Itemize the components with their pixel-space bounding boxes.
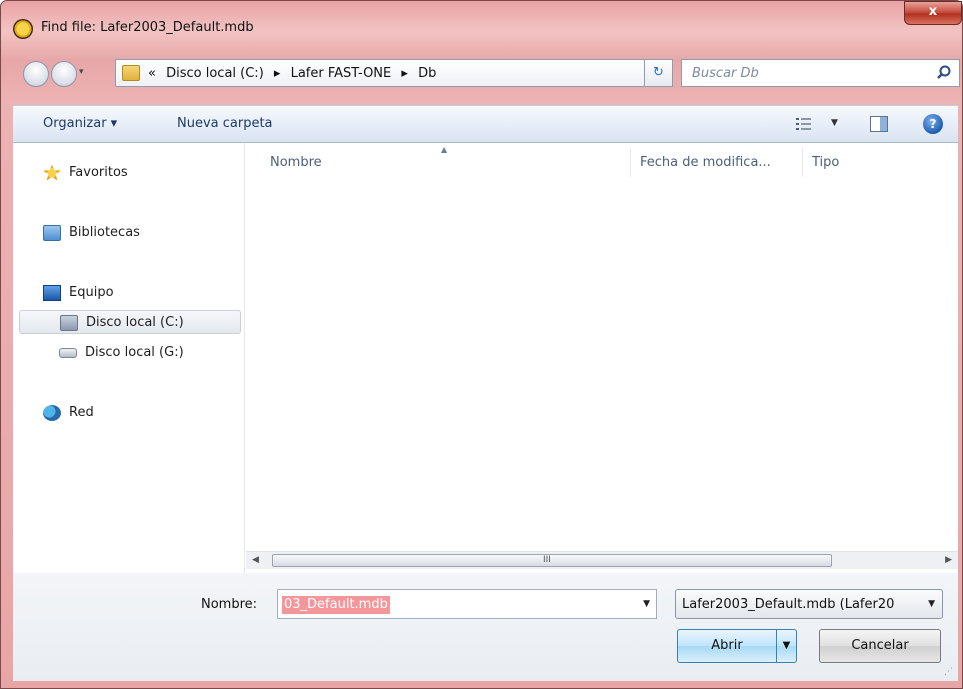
sidebar-item-favoritos[interactable]: Favoritos [43, 161, 128, 185]
sidebar-item-bibliotecas[interactable]: Bibliotecas [43, 221, 140, 245]
breadcrumb-item-db[interactable]: Db [418, 66, 436, 81]
column-header-name[interactable]: Nombre [270, 155, 322, 170]
forward-button[interactable] [51, 61, 77, 87]
drive-c-icon [60, 314, 78, 331]
organize-menu[interactable]: Organizar ▾ [43, 116, 117, 131]
file-name-label: Nombre: [201, 597, 258, 612]
file-name-value[interactable]: 03_Default.mdb [282, 596, 390, 614]
breadcrumb-separator[interactable]: ▸ [401, 66, 408, 81]
file-name-dropdown-icon[interactable]: ▼ [643, 599, 650, 609]
breadcrumb-separator[interactable]: ▸ [274, 66, 281, 81]
scrollbar-grip: III [543, 555, 551, 565]
file-name-field[interactable]: 03_Default.mdb ▼ [277, 589, 657, 619]
search-placeholder: Buscar Db [692, 66, 759, 81]
file-list[interactable]: ▲ Nombre Fecha de modifica... Tipo ◀ III… [246, 143, 958, 573]
column-header-date[interactable]: Fecha de modifica... [640, 155, 771, 170]
resize-grip[interactable]: ⋰ [944, 667, 953, 677]
folder-icon [122, 65, 140, 81]
sidebar-item-label: Red [69, 405, 94, 420]
sidebar-item-disco-g[interactable]: Disco local (G:) [59, 341, 184, 365]
scroll-left-icon[interactable]: ◀ [252, 555, 259, 565]
view-options-icon[interactable] [795, 116, 813, 132]
breadcrumb-item-lafer[interactable]: Lafer FAST-ONE [291, 66, 392, 81]
scrollbar-thumb[interactable]: III [272, 554, 832, 567]
app-icon [13, 19, 33, 39]
view-dropdown-icon[interactable]: ▼ [831, 118, 838, 128]
preview-pane-icon[interactable] [870, 116, 888, 132]
sort-ascending-icon: ▲ [441, 145, 448, 154]
file-type-dropdown-icon[interactable]: ▼ [928, 599, 935, 609]
sidebar-item-label: Favoritos [69, 165, 128, 180]
command-bar: Organizar ▾ Nueva carpeta ▼ ? [13, 105, 958, 143]
sidebar-item-label: Disco local (G:) [85, 345, 184, 360]
breadcrumb-overflow[interactable]: « [148, 66, 156, 81]
back-button[interactable] [23, 61, 49, 87]
recent-pages-dropdown-icon[interactable]: ▾ [79, 67, 89, 81]
help-icon[interactable]: ? [923, 114, 943, 134]
column-header-type[interactable]: Tipo [812, 155, 839, 170]
window-title: Find file: Lafer2003_Default.mdb [41, 20, 254, 35]
search-icon[interactable] [935, 64, 953, 82]
libraries-icon [43, 224, 61, 241]
computer-icon [43, 284, 61, 301]
title-bar: Find file: Lafer2003_Default.mdb x [1, 1, 963, 57]
sidebar-item-equipo[interactable]: Equipo [43, 281, 114, 305]
open-button-label[interactable]: Abrir [678, 630, 776, 662]
network-icon [43, 404, 61, 421]
sidebar-item-label: Bibliotecas [69, 225, 140, 240]
close-button[interactable]: x [904, 1, 962, 25]
open-button[interactable]: Abrir ▼ [677, 629, 797, 663]
dialog-footer: Nombre: 03_Default.mdb ▼ Lafer2003_Defau… [13, 573, 958, 681]
sidebar-item-label: Disco local (C:) [86, 315, 184, 330]
column-divider[interactable] [630, 147, 631, 177]
sidebar-item-red[interactable]: Red [43, 401, 94, 425]
breadcrumb: « Disco local (C:) ▸ Lafer FAST-ONE ▸ Db [148, 66, 442, 81]
drive-g-icon [59, 347, 77, 358]
star-icon [43, 164, 61, 181]
sidebar-item-label: Equipo [69, 285, 114, 300]
search-input[interactable]: Buscar Db [681, 59, 960, 87]
file-type-value: Lafer2003_Default.mdb (Lafer20 [682, 597, 895, 612]
column-divider[interactable] [802, 147, 803, 177]
new-folder-button[interactable]: Nueva carpeta [177, 116, 273, 131]
breadcrumb-item-disco-c[interactable]: Disco local (C:) [166, 66, 264, 81]
file-type-select[interactable]: Lafer2003_Default.mdb (Lafer20 ▼ [675, 589, 943, 619]
cancel-button[interactable]: Cancelar [819, 629, 941, 663]
refresh-button[interactable]: ↻ [645, 59, 673, 87]
sidebar-item-disco-c[interactable]: Disco local (C:) [19, 310, 241, 334]
navigation-pane: Favoritos Bibliotecas Equipo Disco local… [13, 143, 245, 573]
address-bar[interactable]: « Disco local (C:) ▸ Lafer FAST-ONE ▸ Db… [115, 59, 724, 87]
navigation-row: ▾ « Disco local (C:) ▸ Lafer FAST-ONE ▸ … [15, 59, 960, 89]
file-open-dialog: Find file: Lafer2003_Default.mdb x ▾ « D… [0, 0, 963, 689]
dialog-content: Favoritos Bibliotecas Equipo Disco local… [13, 143, 958, 573]
scroll-right-icon[interactable]: ▶ [945, 555, 952, 565]
horizontal-scrollbar[interactable]: ◀ III ▶ [246, 551, 958, 569]
open-options-dropdown-icon[interactable]: ▼ [776, 630, 796, 662]
